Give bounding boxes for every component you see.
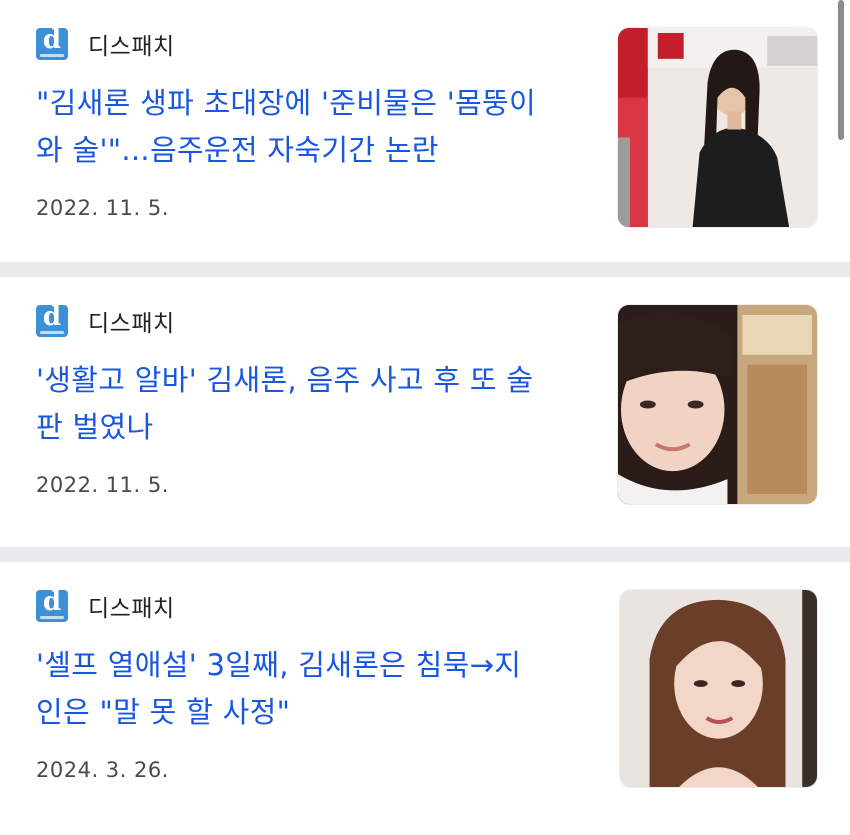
headline-line: 와 술'"...음주운전 자숙기간 논란 [36, 133, 439, 167]
headline-line: 판 벌였나 [36, 410, 154, 444]
publish-date: 2024. 3. 26. [36, 758, 169, 782]
news-card[interactable]: d 디스패치 "김새론 생파 초대장에 '준비물은 '몸뚱이 와 술'"...음… [0, 0, 850, 262]
source-name: 디스패치 [88, 34, 175, 60]
news-card[interactable]: d 디스패치 '생활고 알바' 김새론, 음주 사고 후 또 술 판 벌였나 2… [0, 277, 850, 547]
publish-date: 2022. 11. 5. [36, 196, 169, 220]
dispatch-logo-icon: d [36, 589, 68, 622]
source-row: d 디스패치 [36, 589, 175, 623]
source-row: d 디스패치 [36, 27, 175, 61]
headline-line: '셀프 열애설' 3일째, 김새론은 침묵→지 [36, 648, 522, 682]
publish-date: 2022. 11. 5. [36, 473, 169, 497]
news-card[interactable]: d 디스패치 '셀프 열애설' 3일째, 김새론은 침묵→지 인은 "말 못 할… [0, 562, 850, 835]
scrollbar[interactable] [838, 0, 844, 140]
dispatch-logo-icon: d [36, 304, 68, 337]
source-row: d 디스패치 [36, 304, 175, 338]
article-thumbnail[interactable] [617, 304, 818, 505]
dispatch-logo-icon: d [36, 27, 68, 60]
headline-link[interactable]: '셀프 열애설' 3일째, 김새론은 침묵→지 인은 "말 못 할 사정" [36, 642, 596, 736]
headline-line: '생활고 알바' 김새론, 음주 사고 후 또 술 [36, 363, 534, 397]
article-thumbnail[interactable] [617, 27, 818, 228]
headline-line: 인은 "말 못 할 사정" [36, 695, 291, 729]
headline-line: "김새론 생파 초대장에 '준비물은 '몸뚱이 [36, 86, 536, 120]
article-thumbnail[interactable] [619, 589, 818, 788]
source-name: 디스패치 [88, 311, 175, 337]
headline-link[interactable]: '생활고 알바' 김새론, 음주 사고 후 또 술 판 벌였나 [36, 357, 596, 451]
source-name: 디스패치 [88, 596, 175, 622]
headline-link[interactable]: "김새론 생파 초대장에 '준비물은 '몸뚱이 와 술'"...음주운전 자숙기… [36, 80, 596, 174]
